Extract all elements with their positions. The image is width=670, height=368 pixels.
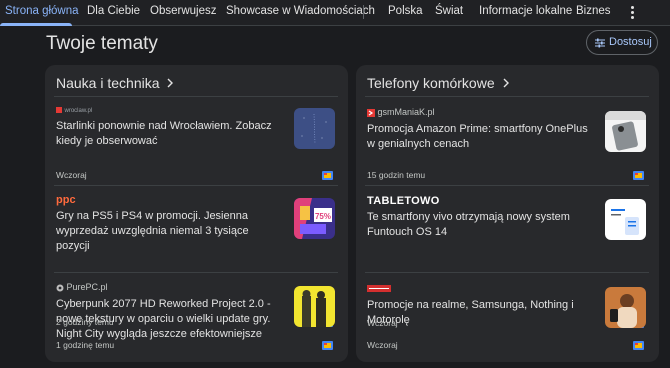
article-headline[interactable]: Promocja Amazon Prime: smartfony OnePlus… bbox=[367, 122, 595, 152]
active-tab-indicator bbox=[0, 23, 72, 26]
divider bbox=[54, 96, 338, 97]
article-source: TABLETOWO bbox=[367, 195, 440, 207]
divider bbox=[365, 185, 649, 186]
article-thumbnail[interactable] bbox=[294, 108, 335, 149]
article-thumbnail[interactable]: 75% bbox=[294, 198, 335, 239]
topic-card-mobile-phones: Telefony komórkowe gsmManiaK.pl Promocja… bbox=[356, 65, 659, 362]
nav-divider bbox=[363, 5, 364, 19]
article-source: gsmManiaK.pl bbox=[367, 107, 435, 119]
starlink-image bbox=[294, 108, 335, 149]
source-name: ppc bbox=[56, 194, 76, 206]
customize-button[interactable]: Dostosuj bbox=[586, 30, 658, 55]
article-time: Wczoraj bbox=[367, 340, 398, 350]
google-news-icon[interactable] bbox=[322, 170, 333, 181]
tune-icon bbox=[595, 38, 605, 48]
article-headline[interactable]: Promocje na realme, Samsunga, Nothing i … bbox=[367, 298, 595, 328]
article-headline[interactable]: Te smartfony vivo otrzymają nowy system … bbox=[367, 210, 595, 240]
tab-business[interactable]: Biznes bbox=[576, 0, 611, 26]
divider bbox=[54, 185, 338, 186]
topic-title-mobile-phones[interactable]: Telefony komórkowe bbox=[367, 75, 510, 91]
source-name: wroclaw.pl bbox=[64, 108, 93, 114]
oneplus-phone-image bbox=[605, 111, 646, 152]
wroclaw-logo-icon bbox=[56, 106, 62, 113]
article-source: ppc bbox=[56, 194, 76, 206]
divider bbox=[365, 96, 649, 97]
chevron-right-icon bbox=[503, 78, 509, 88]
tab-world[interactable]: Świat bbox=[435, 0, 463, 26]
article-source: PurePC.pl bbox=[56, 282, 108, 294]
cyberpunk-image bbox=[294, 286, 335, 327]
source-name: PurePC.pl bbox=[66, 282, 108, 292]
more-vert-icon[interactable] bbox=[626, 3, 640, 21]
google-news-icon[interactable] bbox=[322, 340, 333, 351]
tab-for-you[interactable]: Dla Ciebie bbox=[87, 0, 140, 26]
article-headline[interactable]: Cyberpunk 2077 HD Reworked Project 2.0 -… bbox=[56, 297, 284, 342]
ps-sale-image: 75% bbox=[294, 198, 335, 239]
article-time: 15 godzin temu bbox=[367, 170, 426, 180]
chevron-right-icon bbox=[167, 78, 174, 88]
topic-card-science-tech: Nauka i technika wroclaw.pl Starlinki po… bbox=[45, 65, 348, 362]
gsmmaniak-logo-icon bbox=[367, 108, 375, 117]
customize-label: Dostosuj bbox=[609, 36, 652, 48]
article-time: 1 godzinę temu bbox=[56, 340, 115, 350]
tab-local[interactable]: Informacje lokalne bbox=[479, 0, 572, 26]
tab-following[interactable]: Obserwujesz bbox=[150, 0, 216, 26]
article-thumbnail[interactable] bbox=[605, 199, 646, 240]
divider bbox=[54, 272, 338, 273]
funtouch-os-image bbox=[605, 199, 646, 240]
article-source: wroclaw.pl bbox=[56, 104, 92, 116]
page-title: Twoje tematy bbox=[46, 33, 158, 54]
google-news-icon[interactable] bbox=[633, 340, 644, 351]
topic-title-label: Nauka i technika bbox=[56, 75, 160, 91]
article-source bbox=[367, 283, 391, 295]
topic-title-label: Telefony komórkowe bbox=[367, 75, 495, 91]
article-headline[interactable]: Gry na PS5 i PS4 w promocji. Jesienna wy… bbox=[56, 209, 284, 254]
purepc-logo-icon bbox=[56, 284, 64, 292]
google-news-icon[interactable] bbox=[633, 170, 644, 181]
article-time: Wczoraj bbox=[56, 170, 87, 180]
article-thumbnail[interactable] bbox=[605, 111, 646, 152]
topic-title-science-tech[interactable]: Nauka i technika bbox=[56, 75, 174, 91]
divider bbox=[365, 272, 649, 273]
article-thumbnail[interactable] bbox=[605, 287, 646, 328]
source-name: gsmManiaK.pl bbox=[377, 107, 435, 117]
top-navigation: Strona główna Dla Ciebie Obserwujesz Sho… bbox=[0, 0, 670, 26]
source-name: TABLETOWO bbox=[367, 195, 440, 207]
tab-poland[interactable]: Polska bbox=[388, 0, 423, 26]
source-logo-icon bbox=[367, 285, 391, 293]
article-headline[interactable]: Starlinki ponownie nad Wrocławiem. Zobac… bbox=[56, 119, 284, 149]
article-thumbnail[interactable] bbox=[294, 286, 335, 327]
phones-promo-image bbox=[605, 287, 646, 328]
tab-showcase[interactable]: Showcase w Wiadomościach bbox=[226, 0, 375, 26]
thumb-sale-badge: 75% bbox=[315, 212, 331, 221]
